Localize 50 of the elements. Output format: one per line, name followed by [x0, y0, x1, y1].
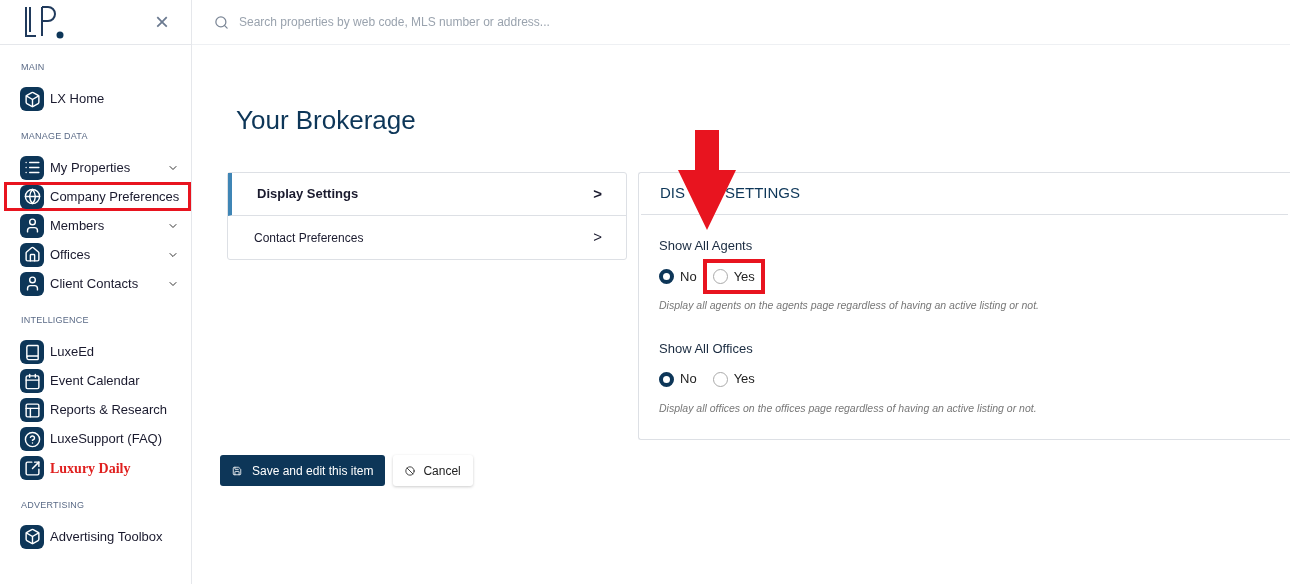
nav-item[interactable]: LuxeSupport (FAQ) — [4, 424, 191, 454]
search-icon — [214, 14, 229, 30]
radio-button[interactable] — [659, 268, 674, 284]
radio-button[interactable] — [712, 371, 728, 387]
nav-item[interactable]: Luxury Daily — [4, 453, 191, 483]
settings-tab[interactable]: Contact Preferences > — [228, 216, 626, 259]
help-text: Display all agents on the agents page regardless of having an active listing or not. — [659, 298, 1040, 313]
close-button[interactable]: × — [155, 10, 169, 34]
save-button[interactable]: Save and edit this item — [220, 455, 386, 486]
section-heading: INTELLIGENCE — [20, 314, 90, 327]
nav-item[interactable]: Company Preferences — [4, 182, 191, 211]
layout-icon — [20, 398, 44, 422]
section-heading: MANAGE DATA — [20, 129, 89, 143]
question-icon — [20, 427, 44, 451]
nav-item[interactable]: Reports & Research — [4, 395, 191, 425]
radio-button[interactable] — [712, 268, 728, 284]
person-icon — [20, 271, 44, 296]
book-icon — [20, 340, 44, 364]
section-heading: ADVERTISING — [20, 498, 86, 512]
nav-item[interactable]: LuxeEd — [4, 337, 191, 367]
calendar-icon — [20, 369, 44, 393]
nav-item[interactable]: Members — [4, 211, 191, 240]
cancel-button[interactable]: Cancel — [393, 455, 473, 486]
nav-item[interactable]: Advertising Toolbox — [4, 522, 191, 551]
globe-icon — [20, 184, 44, 209]
house-icon — [20, 242, 44, 267]
nav-item[interactable]: Event Calendar — [4, 366, 191, 396]
save-icon — [232, 465, 242, 476]
external-link-icon — [20, 456, 44, 480]
nav-item[interactable]: Client Contacts — [4, 269, 191, 298]
radio-button[interactable] — [659, 371, 674, 387]
cube-icon — [20, 87, 44, 111]
nav-item[interactable]: Offices — [4, 240, 191, 269]
settings-tab[interactable]: Display Settings > — [228, 173, 626, 216]
nav-item[interactable]: LX Home — [4, 84, 191, 114]
search-field[interactable]: Search properties by web code, MLS number or address... — [214, 13, 814, 31]
field-label: Show All Agents — [659, 237, 754, 255]
section-heading: MAIN — [20, 61, 46, 74]
person-icon — [20, 213, 44, 238]
list-icon — [20, 155, 44, 180]
field-label: Show All Offices — [659, 339, 754, 358]
nav-item[interactable]: My Properties — [4, 153, 191, 182]
logo-icon[interactable] — [22, 5, 64, 39]
panel-heading: DIS — [660, 183, 685, 204]
radio-option[interactable]: Yes — [702, 258, 765, 294]
help-text: Display all offices on the offices page regardless of having an active listing or not. — [659, 400, 1038, 416]
page-title: Your Brokerage — [236, 104, 417, 137]
cube-icon — [20, 524, 44, 549]
ban-icon — [405, 465, 416, 476]
panel-heading: SETTINGS — [725, 183, 801, 204]
